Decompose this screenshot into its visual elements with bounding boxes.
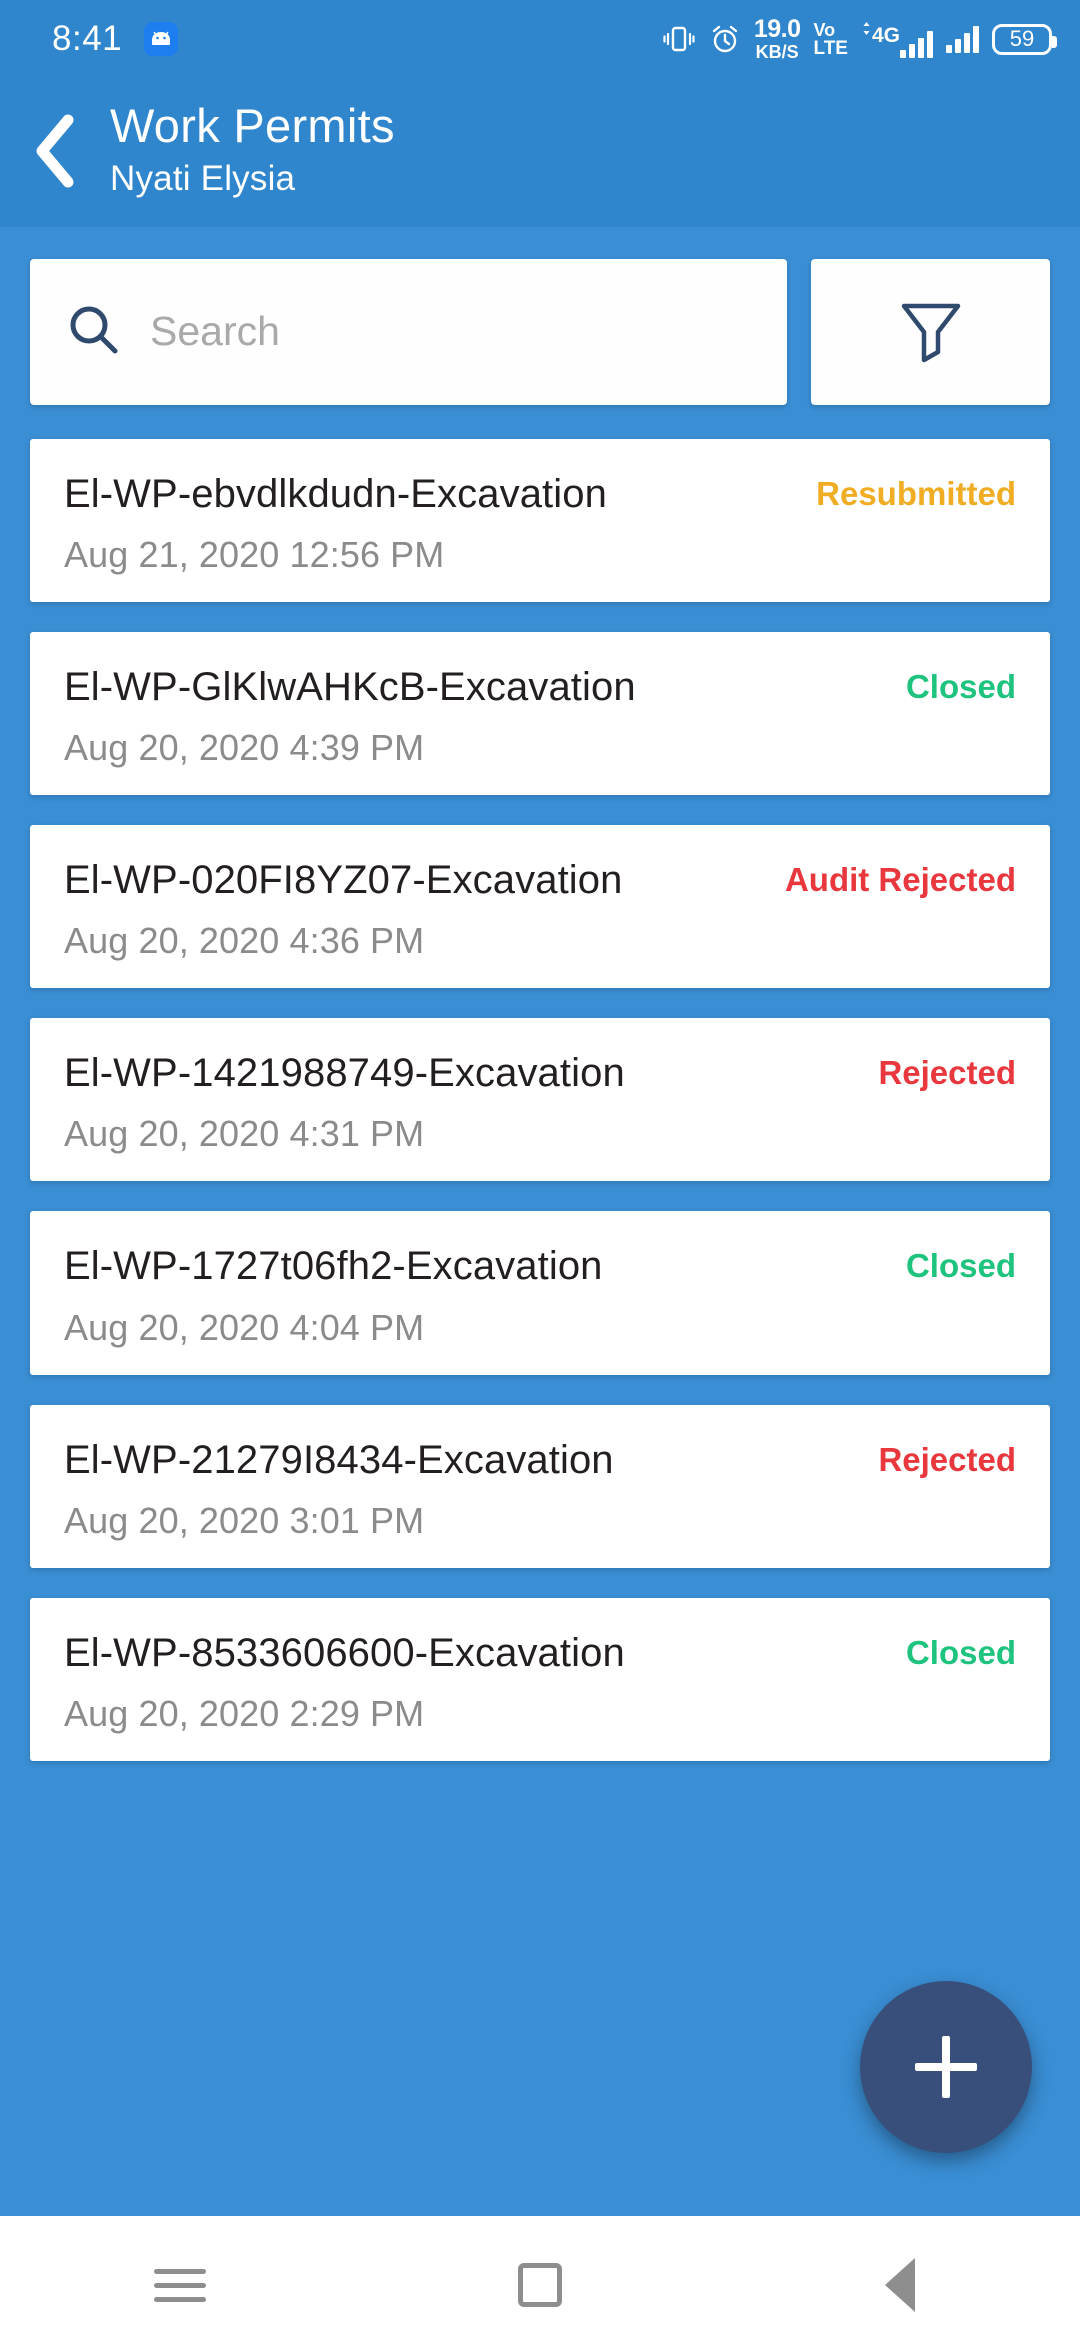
list-item[interactable]: El-WP-1421988749-Excavation Aug 20, 2020… <box>30 1018 1050 1182</box>
volte-line-2: LTE <box>813 37 848 59</box>
permit-info: El-WP-8533606600-Excavation Aug 20, 2020… <box>64 1628 888 1735</box>
status-bar-icons: 19.0 KB/S Vo LTE 4G 59 <box>662 15 1057 62</box>
permit-date: Aug 20, 2020 2:29 PM <box>64 1692 425 1734</box>
home-button[interactable] <box>480 2263 600 2307</box>
nav-bar-divider <box>0 2216 1080 2230</box>
search-row: Search <box>30 227 1050 405</box>
vibrate-icon <box>662 23 696 55</box>
permit-info: El-WP-020FI8YZ07-Excavation Aug 20, 2020… <box>64 855 767 962</box>
status-badge: Closed <box>905 667 1016 705</box>
permit-info: El-WP-1727t06fh2-Excavation Aug 20, 2020… <box>64 1241 888 1348</box>
add-permit-fab[interactable] <box>860 1980 1032 2153</box>
status-badge: Audit Rejected <box>784 861 1016 898</box>
alarm-icon <box>709 23 741 55</box>
signal-bars-icon-2 <box>946 25 979 53</box>
permit-info: El-WP-1421988749-Excavation Aug 20, 2020… <box>64 1048 860 1155</box>
list-item[interactable]: El-WP-ebvdlkdudn-Excavation Aug 21, 2020… <box>30 438 1050 602</box>
menu-recents-icon <box>154 2260 206 2311</box>
mobile-data-label: 4G <box>871 24 900 47</box>
recents-button[interactable] <box>120 2260 240 2311</box>
list-item[interactable]: El-WP-8533606600-Excavation Aug 20, 2020… <box>30 1597 1050 1761</box>
filter-funnel-icon <box>894 292 968 371</box>
permit-title: El-WP-ebvdlkdudn-Excavation <box>64 471 607 516</box>
status-bar-clock: 8:41 <box>52 19 123 58</box>
list-item[interactable]: El-WP-020FI8YZ07-Excavation Aug 20, 2020… <box>30 825 1050 989</box>
status-badge: Resubmitted <box>816 474 1016 512</box>
android-nav-bar <box>0 2230 1080 2340</box>
network-speed-value: 19.0 <box>753 15 801 43</box>
status-badge: Rejected <box>878 1054 1016 1092</box>
permit-info: El-WP-21279I8434-Excavation Aug 20, 2020… <box>64 1435 860 1542</box>
permit-date: Aug 21, 2020 12:56 PM <box>64 533 445 575</box>
status-badge: Closed <box>905 1247 1016 1285</box>
filter-button[interactable] <box>811 258 1050 405</box>
back-triangle-icon <box>885 2258 915 2312</box>
list-item[interactable]: El-WP-GlKlwAHKcB-Excavation Aug 20, 2020… <box>30 631 1050 795</box>
network-speed-unit: KB/S <box>755 42 799 62</box>
permit-date: Aug 20, 2020 4:36 PM <box>64 920 425 962</box>
content-area: Search El-WP-ebvdlkdudn-Excavation Aug 2… <box>0 226 1080 2225</box>
permit-date: Aug 20, 2020 3:01 PM <box>64 1499 425 1541</box>
app-bar: Work Permits Nyati Elysia <box>0 78 1080 227</box>
search-input[interactable]: Search <box>30 258 787 405</box>
permit-date: Aug 20, 2020 4:04 PM <box>64 1306 425 1348</box>
volte-icon: Vo LTE <box>814 21 848 58</box>
battery-indicator: 59 <box>992 23 1057 55</box>
status-badge: Closed <box>905 1633 1016 1671</box>
permit-date: Aug 20, 2020 4:39 PM <box>64 727 425 768</box>
volte-line-1: Vo <box>813 19 836 40</box>
back-chevron-icon <box>32 114 78 193</box>
list-item[interactable]: El-WP-1727t06fh2-Excavation Aug 20, 2020… <box>30 1211 1050 1375</box>
network-speed-indicator: 19.0 KB/S <box>753 15 801 62</box>
list-item[interactable]: El-WP-21279I8434-Excavation Aug 20, 2020… <box>30 1404 1050 1568</box>
permit-title: El-WP-21279I8434-Excavation <box>64 1437 614 1482</box>
android-icon <box>144 22 179 56</box>
permit-list[interactable]: El-WP-ebvdlkdudn-Excavation Aug 21, 2020… <box>30 438 1050 1761</box>
status-bar: 8:41 19.0 KB/S Vo LTE 4G 59 <box>0 0 1080 78</box>
permit-title: El-WP-020FI8YZ07-Excavation <box>64 858 623 902</box>
page-subtitle: Nyati Elysia <box>110 158 296 198</box>
permit-info: El-WP-ebvdlkdudn-Excavation Aug 21, 2020… <box>64 469 798 576</box>
permit-title: El-WP-1421988749-Excavation <box>64 1051 625 1096</box>
permit-date: Aug 20, 2020 4:31 PM <box>64 1113 425 1155</box>
permit-title: El-WP-8533606600-Excavation <box>64 1630 625 1675</box>
back-button[interactable] <box>0 96 110 193</box>
back-nav-button[interactable] <box>840 2258 960 2312</box>
plus-icon <box>915 2035 977 2098</box>
app-bar-text: Work Permits Nyati Elysia <box>110 96 395 199</box>
home-square-icon <box>518 2263 562 2307</box>
permit-title: El-WP-GlKlwAHKcB-Excavation <box>64 664 636 709</box>
mobile-signal-1-icon: 4G <box>861 20 933 58</box>
permit-info: El-WP-GlKlwAHKcB-Excavation Aug 20, 2020… <box>64 662 888 769</box>
permit-title: El-WP-1727t06fh2-Excavation <box>64 1244 603 1289</box>
search-icon <box>66 302 120 361</box>
battery-level-text: 59 <box>1009 26 1035 51</box>
signal-bars-icon-1 <box>900 30 933 58</box>
search-placeholder: Search <box>150 308 280 355</box>
page-title: Work Permits <box>110 99 395 152</box>
status-badge: Rejected <box>878 1440 1016 1478</box>
